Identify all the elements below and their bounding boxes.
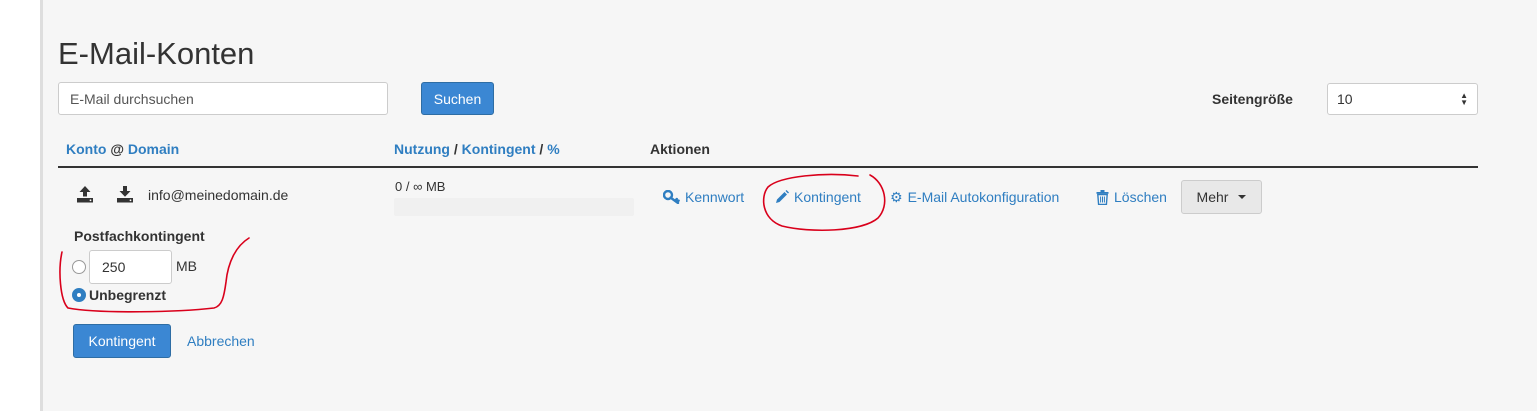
more-dropdown-button[interactable]: Mehr: [1181, 180, 1262, 214]
page-size-select[interactable]: 10 ▲ ▼: [1327, 83, 1478, 115]
key-icon: [663, 190, 680, 204]
page-title: E-Mail-Konten: [58, 36, 255, 71]
email-search-input[interactable]: [58, 82, 388, 115]
sort-usage-link[interactable]: Nutzung: [394, 141, 450, 157]
page-size-label: Seitengröße: [1212, 91, 1293, 107]
trash-icon: [1096, 189, 1109, 205]
upload-icon[interactable]: [75, 184, 95, 204]
gear-icon: ⚙: [890, 189, 903, 205]
delete-action-label: Löschen: [1114, 189, 1167, 205]
page-size-value: 10: [1337, 91, 1353, 107]
header-actions: Aktionen: [650, 141, 710, 157]
quota-limited-radio[interactable]: [72, 260, 86, 274]
quota-unlimited-label: Unbegrenzt: [89, 287, 166, 303]
header-usage: Nutzung / Kontingent / %: [394, 141, 560, 157]
select-arrows-icon: ▲ ▼: [1460, 91, 1468, 107]
cancel-link[interactable]: Abbrechen: [187, 333, 255, 349]
set-quota-button[interactable]: Kontingent: [73, 324, 171, 358]
header-slash-separator: /: [453, 141, 458, 157]
password-action-label: Kennwort: [685, 189, 745, 205]
quota-action-label: Kontingent: [794, 189, 861, 205]
sort-percent-link[interactable]: %: [547, 141, 559, 157]
mailbox-quota-title: Postfachkontingent: [74, 228, 205, 244]
sort-domain-link[interactable]: Domain: [128, 141, 179, 157]
left-sidebar-strip: [0, 0, 43, 411]
quota-action[interactable]: Kontingent: [775, 189, 861, 205]
autoconfig-action-label: E-Mail Autokonfiguration: [907, 189, 1060, 205]
more-button-label: Mehr: [1196, 189, 1229, 205]
usage-progress-bar: [394, 198, 634, 216]
sort-quota-link[interactable]: Kontingent: [462, 141, 536, 157]
autoconfig-action[interactable]: ⚙ E-Mail Autokonfiguration: [890, 189, 1059, 205]
account-email: info@meinedomain.de: [148, 187, 289, 203]
download-icon[interactable]: [115, 184, 135, 204]
header-account-domain: Konto @ Domain: [66, 141, 179, 157]
quota-unit-label: MB: [176, 258, 197, 274]
usage-text: 0 / ∞ MB: [395, 179, 446, 194]
pencil-icon: [776, 190, 789, 203]
header-at-separator: @: [110, 141, 124, 157]
password-action[interactable]: Kennwort: [663, 189, 744, 205]
sort-account-link[interactable]: Konto: [66, 141, 106, 157]
caret-down-icon: [1238, 195, 1247, 199]
header-slash-separator: /: [539, 141, 544, 157]
search-button[interactable]: Suchen: [421, 82, 494, 115]
quota-value-input[interactable]: [89, 250, 172, 284]
delete-action[interactable]: Löschen: [1096, 189, 1167, 205]
quota-unlimited-radio[interactable]: [72, 288, 86, 302]
header-divider: [58, 166, 1478, 168]
